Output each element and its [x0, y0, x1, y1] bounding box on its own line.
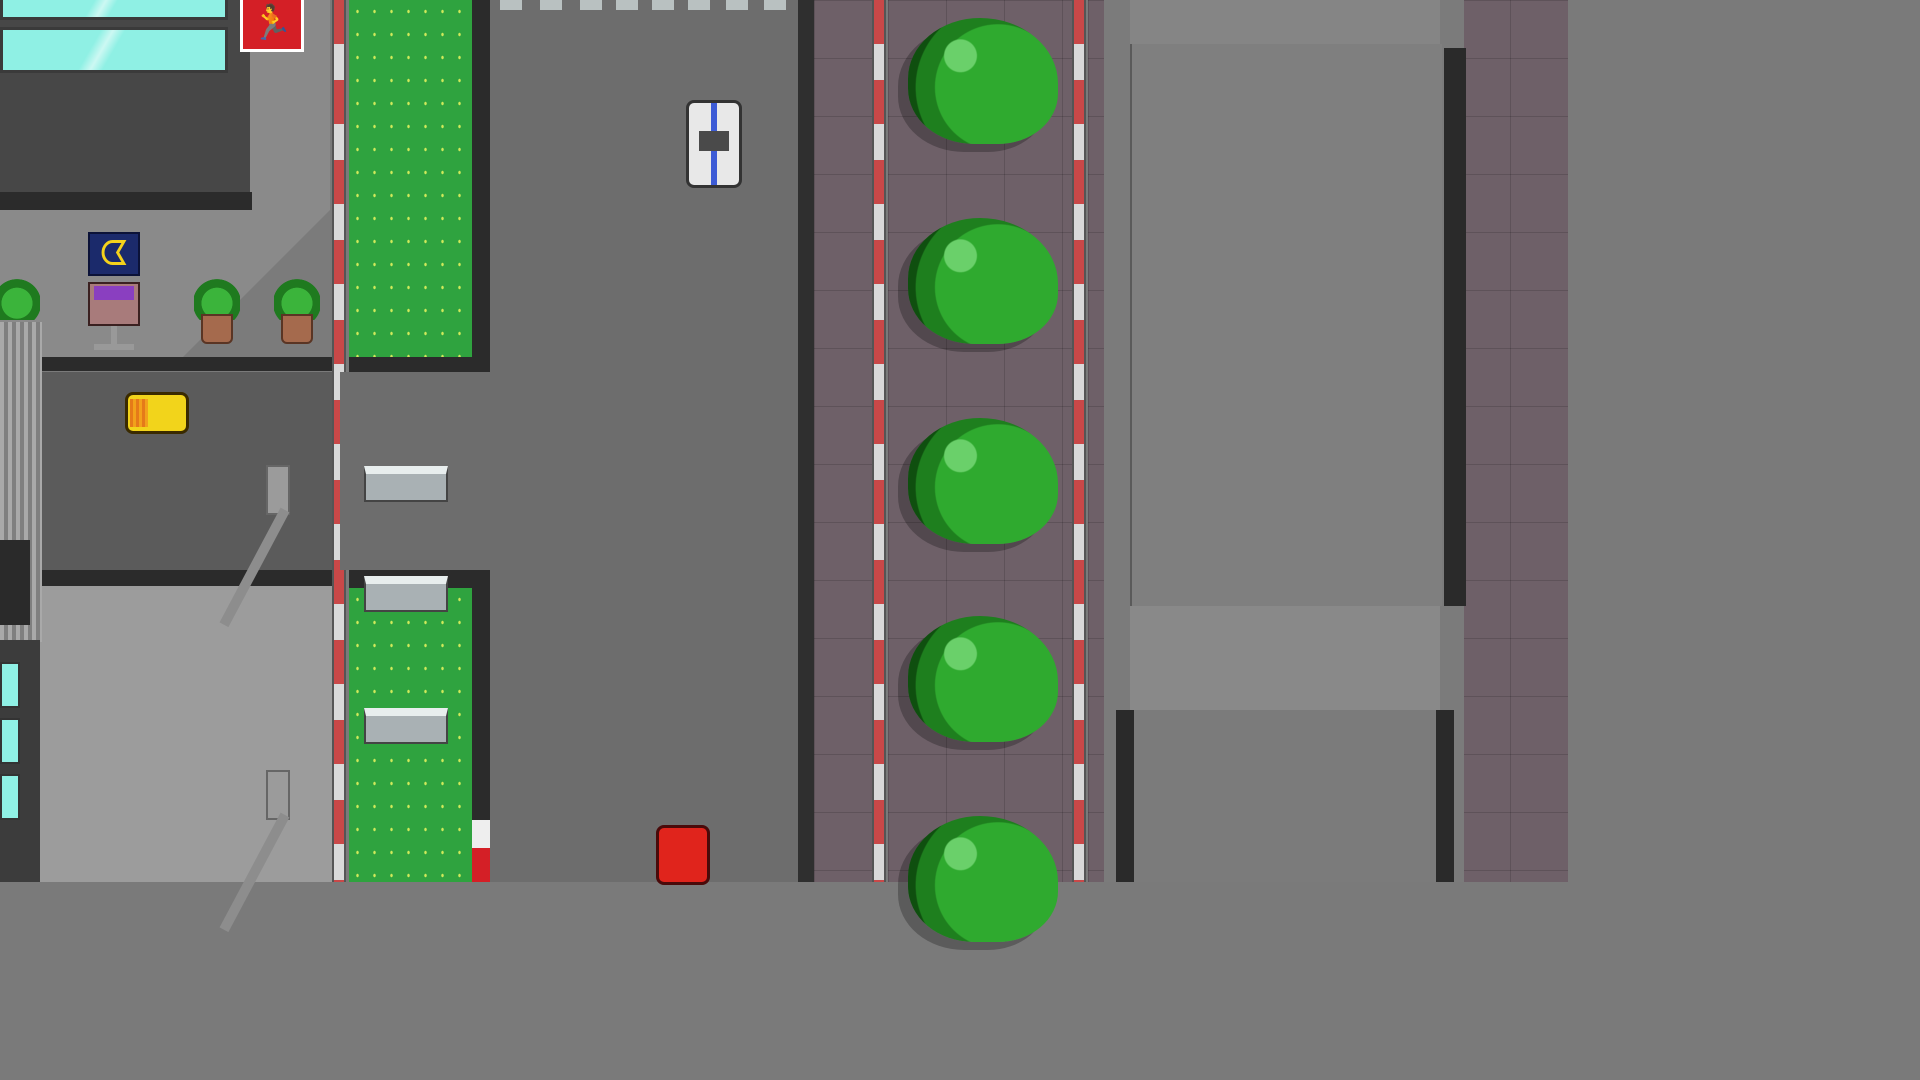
building-window	[0, 27, 228, 73]
building-window	[0, 0, 228, 20]
curb-plaza-right	[1072, 0, 1086, 882]
sidewalk-edge	[40, 357, 332, 371]
platform-lower	[1130, 710, 1440, 882]
crosswalk-dash	[580, 0, 602, 10]
curb-plaza-left	[872, 0, 886, 882]
gate-post	[266, 770, 290, 820]
plaza-tiles	[814, 0, 872, 882]
arcade-sign: ᗧ	[88, 232, 140, 354]
running-man-icon: 🏃	[240, 0, 304, 52]
building-ledge	[0, 192, 252, 210]
barrier-post	[472, 820, 490, 882]
bench	[364, 708, 448, 744]
game-viewport: { "scene": { "title": "", "colors": { "g…	[0, 0, 1568, 942]
potted-plant	[0, 278, 40, 320]
plaza-tiles	[1088, 0, 1104, 882]
crosswalk-dash	[726, 0, 748, 10]
grass-median	[349, 0, 474, 357]
bush	[908, 616, 1058, 742]
building-window	[0, 774, 20, 820]
platform-top	[1130, 0, 1440, 44]
road-edge	[798, 0, 814, 882]
garage-door	[0, 540, 30, 625]
bush	[908, 218, 1058, 344]
bush	[908, 816, 1058, 942]
bush	[908, 418, 1058, 544]
platform-wall	[1116, 710, 1134, 882]
platform-shadow	[1444, 48, 1466, 606]
median-edge	[349, 357, 490, 372]
pac-man-icon: ᗧ	[88, 232, 140, 276]
median-edge	[472, 0, 490, 372]
gate-post	[266, 465, 290, 515]
crosswalk-dash	[688, 0, 710, 10]
bench	[364, 576, 448, 612]
crosswalk-dash	[616, 0, 638, 10]
crosswalk-dash	[540, 0, 562, 10]
bench	[364, 466, 448, 502]
character-portrait	[88, 282, 140, 326]
bush	[908, 18, 1058, 144]
potted-plant	[274, 278, 320, 344]
parking-edge	[40, 570, 332, 586]
platform-step	[1130, 606, 1440, 710]
crosswalk-dash	[652, 0, 674, 10]
main-road	[490, 0, 800, 882]
building-window	[0, 662, 20, 708]
platform-wall	[1436, 710, 1454, 882]
red-car	[656, 825, 710, 885]
building-window	[0, 718, 20, 764]
platform-surface	[1130, 44, 1442, 606]
crosswalk-dash	[500, 0, 522, 10]
parking-lot	[40, 586, 332, 882]
crosswalk-dash	[764, 0, 786, 10]
player-car[interactable]	[686, 100, 742, 188]
yellow-car	[125, 392, 189, 434]
potted-plant	[194, 278, 240, 344]
